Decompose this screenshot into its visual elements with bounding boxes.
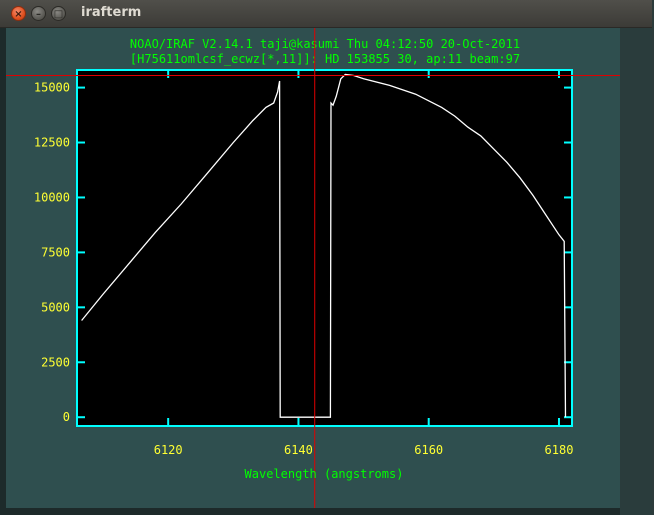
- window-right-border: [620, 28, 652, 515]
- y-tick-label-7500: 7500: [41, 245, 70, 259]
- plot-header-line2: [H75611omlcsf_ecwz[*,11]]: HD 153855 30,…: [130, 52, 520, 66]
- x-tick-label-6160: 6160: [414, 443, 443, 457]
- y-tick-label-5000: 5000: [41, 300, 70, 314]
- x-tick-label-6120: 6120: [154, 443, 183, 457]
- x-axis-label: Wavelength (angstroms): [245, 467, 404, 481]
- plot-header-line1: NOAO/IRAF V2.14.1 taji@kasumi Thu 04:12:…: [130, 37, 520, 51]
- y-tick-label-10000: 10000: [34, 190, 70, 204]
- close-icon[interactable]: ×: [11, 6, 26, 21]
- window-title: irafterm: [81, 5, 142, 20]
- y-tick-label-15000: 15000: [34, 81, 70, 95]
- y-tick-label-0: 0: [63, 410, 70, 424]
- title-bar[interactable]: × – □ irafterm: [0, 0, 652, 28]
- minimize-icon[interactable]: –: [31, 6, 46, 21]
- maximize-icon[interactable]: □: [51, 6, 66, 21]
- spectrum-plot[interactable]: NOAO/IRAF V2.14.1 taji@kasumi Thu 04:12:…: [6, 28, 620, 508]
- y-tick-label-12500: 12500: [34, 136, 70, 150]
- window-bottom-border: [6, 508, 620, 515]
- graphics-canvas[interactable]: NOAO/IRAF V2.14.1 taji@kasumi Thu 04:12:…: [6, 28, 620, 508]
- plot-frame: [76, 69, 573, 427]
- x-tick-label-6140: 6140: [284, 443, 313, 457]
- irafterm-window: × – □ irafterm NOAO/IRAF V2.14.1 taji@ka…: [0, 0, 652, 515]
- x-tick-label-6180: 6180: [545, 443, 574, 457]
- y-tick-label-2500: 2500: [41, 355, 70, 369]
